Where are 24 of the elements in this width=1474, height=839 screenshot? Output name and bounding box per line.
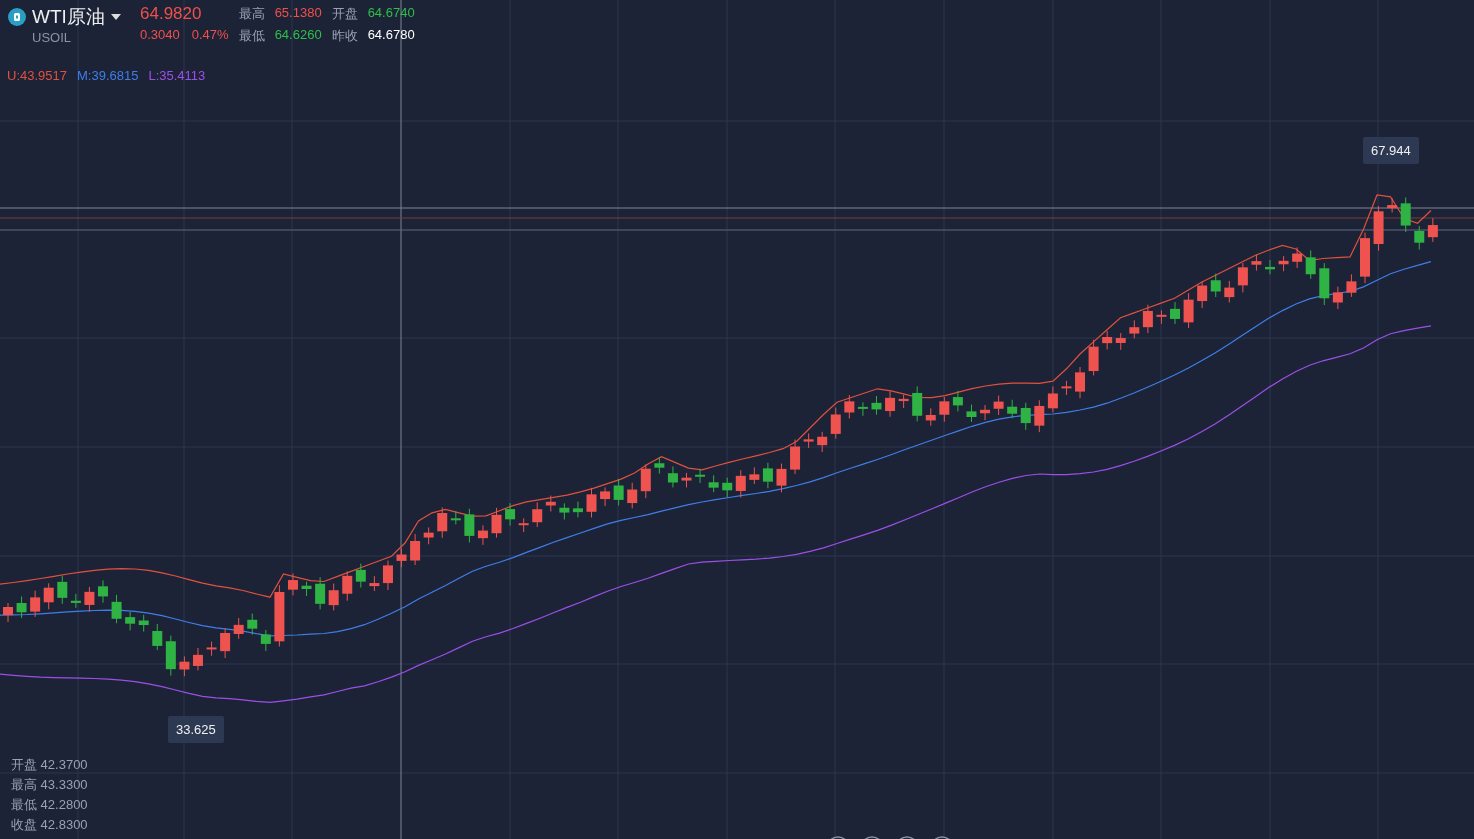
price-change: 0.3040 xyxy=(140,27,180,42)
stat-label: 昨收 xyxy=(331,27,358,45)
current-price: 64.9820 xyxy=(140,4,203,24)
ohlc-line: 最高 43.3300 xyxy=(11,776,88,794)
change-percent: 0.47% xyxy=(191,27,229,42)
stat-value: 65.1380 xyxy=(274,5,322,22)
symbol-name[interactable]: WTI原油 xyxy=(32,4,105,30)
ohlc-line: 收盘 42.8300 xyxy=(11,816,88,834)
symbol-code: USOIL xyxy=(32,30,72,45)
band-value: M:39.6815 xyxy=(77,68,139,83)
stat-value: 64.6260 xyxy=(274,27,322,44)
stat-value: 64.6780 xyxy=(367,27,415,44)
price-tooltip: 33.625 xyxy=(168,716,224,743)
ohlc-line: 开盘 42.3700 xyxy=(11,756,88,774)
stat-label: 最低 xyxy=(238,27,265,45)
stat-label: 最高 xyxy=(238,5,265,23)
caret-icon[interactable] xyxy=(110,14,121,20)
stat-label: 开盘 xyxy=(331,5,358,23)
stat-value: 64.6740 xyxy=(367,5,415,22)
oil-logo-icon xyxy=(8,8,26,26)
price-tooltip: 67.944 xyxy=(1363,137,1419,164)
ohlc-line: 最低 42.2800 xyxy=(11,796,88,814)
band-value: U:43.9517 xyxy=(7,68,67,83)
band-value: L:35.4113 xyxy=(148,68,206,83)
